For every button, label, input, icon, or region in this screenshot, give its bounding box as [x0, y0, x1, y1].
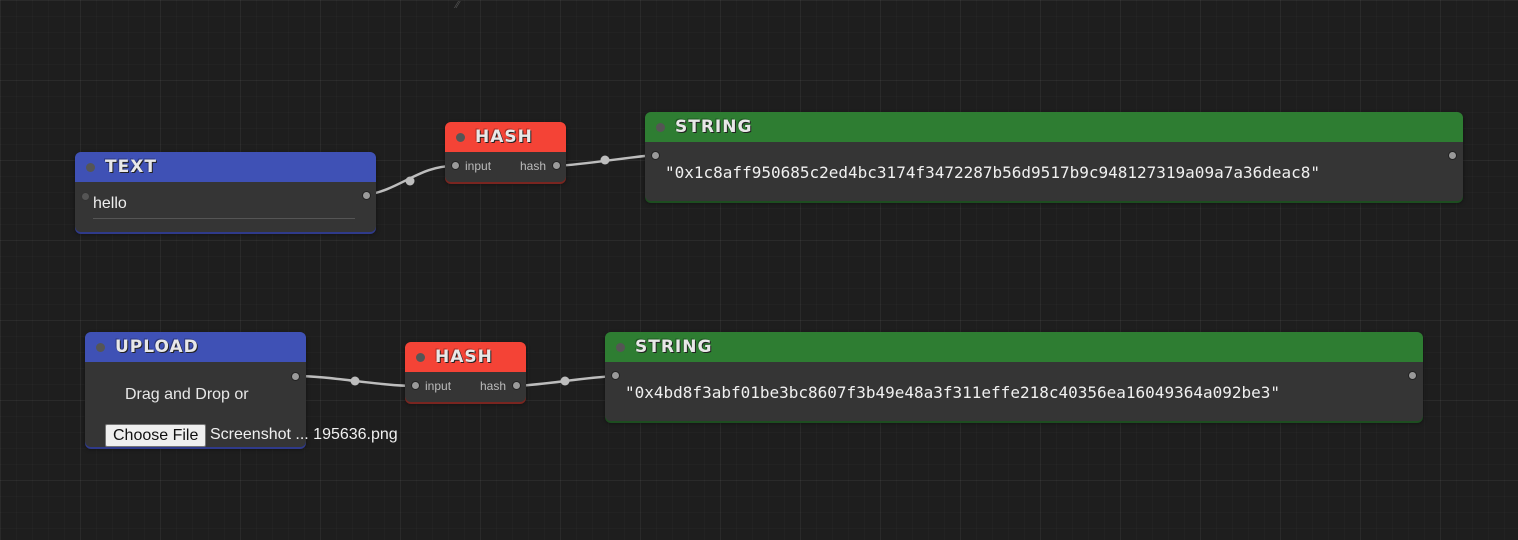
string-node[interactable]: STRING "0x4bd8f3abf01be3bc8607f3b49e48a3…	[605, 332, 1423, 421]
wire-midpoint	[405, 176, 415, 186]
hash-node-header[interactable]: HASH	[445, 122, 566, 152]
wire-midpoint	[350, 376, 360, 386]
node-title: TEXT	[105, 157, 157, 177]
hash-input-label: input	[425, 379, 452, 393]
resize-handle-icon: ⁄⁄	[456, 0, 460, 11]
text-node-header[interactable]: TEXT	[75, 152, 376, 182]
string-value: "0x1c8aff950685c2ed4bc3174f3472287b56d95…	[665, 163, 1321, 182]
node-title: STRING	[675, 117, 753, 137]
node-title: HASH	[475, 127, 533, 147]
wire-midpoint	[600, 155, 610, 165]
collapse-dot-icon[interactable]	[416, 352, 425, 362]
connection-wires	[295, 153, 656, 388]
hash-output-port[interactable]	[512, 381, 521, 390]
collapse-dot-icon[interactable]	[456, 132, 465, 142]
collapse-dot-icon[interactable]	[86, 162, 95, 172]
string-node[interactable]: STRING "0x1c8aff950685c2ed4bc3174f347228…	[645, 112, 1463, 201]
text-value-input[interactable]	[93, 190, 355, 219]
upload-node-header[interactable]: UPLOAD	[85, 332, 306, 362]
choose-file-button[interactable]: Choose File	[105, 424, 207, 447]
hash-input-port[interactable]	[451, 161, 460, 170]
hash-node-header[interactable]: HASH	[405, 342, 526, 372]
wire-hash-to-string	[555, 153, 656, 168]
hash-input-port[interactable]	[411, 381, 420, 390]
string-output-port[interactable]	[1408, 371, 1417, 380]
hash-output-port[interactable]	[552, 161, 561, 170]
string-node-header[interactable]: STRING	[605, 332, 1423, 362]
hash-input-label: input	[465, 159, 492, 173]
hash-output-label: hash	[520, 159, 547, 173]
drop-zone-text: Drag and Drop or	[125, 386, 249, 403]
node-title: STRING	[635, 337, 713, 357]
upload-output-port[interactable]	[291, 372, 300, 381]
wire-upload-to-hash	[295, 374, 416, 388]
wire-hash-to-string-2	[515, 374, 616, 388]
collapse-dot-icon[interactable]	[96, 342, 105, 352]
wire-text-to-hash	[365, 164, 456, 197]
string-value: "0x4bd8f3abf01be3bc8607f3b49e48a3f311eff…	[625, 383, 1281, 402]
node-title: HASH	[435, 347, 493, 367]
hash-node[interactable]: HASH input hash	[405, 342, 526, 402]
string-input-port[interactable]	[651, 151, 660, 160]
collapse-dot-icon[interactable]	[656, 122, 665, 132]
text-node[interactable]: TEXT	[75, 152, 376, 232]
string-node-header[interactable]: STRING	[645, 112, 1463, 142]
upload-node[interactable]: UPLOAD Drag and Drop or Choose File Scre…	[85, 332, 398, 447]
string-output-port[interactable]	[1448, 151, 1457, 160]
hash-node[interactable]: HASH input hash	[445, 122, 566, 182]
text-node-output-port[interactable]	[362, 191, 371, 200]
node-title: UPLOAD	[115, 337, 199, 357]
string-input-port[interactable]	[611, 371, 620, 380]
text-node-input-port[interactable]	[81, 192, 90, 201]
hash-output-label: hash	[480, 379, 507, 393]
selected-file-name: Screenshot ... 195636.png	[210, 426, 398, 443]
wire-midpoint	[560, 376, 570, 386]
collapse-dot-icon[interactable]	[616, 342, 625, 352]
